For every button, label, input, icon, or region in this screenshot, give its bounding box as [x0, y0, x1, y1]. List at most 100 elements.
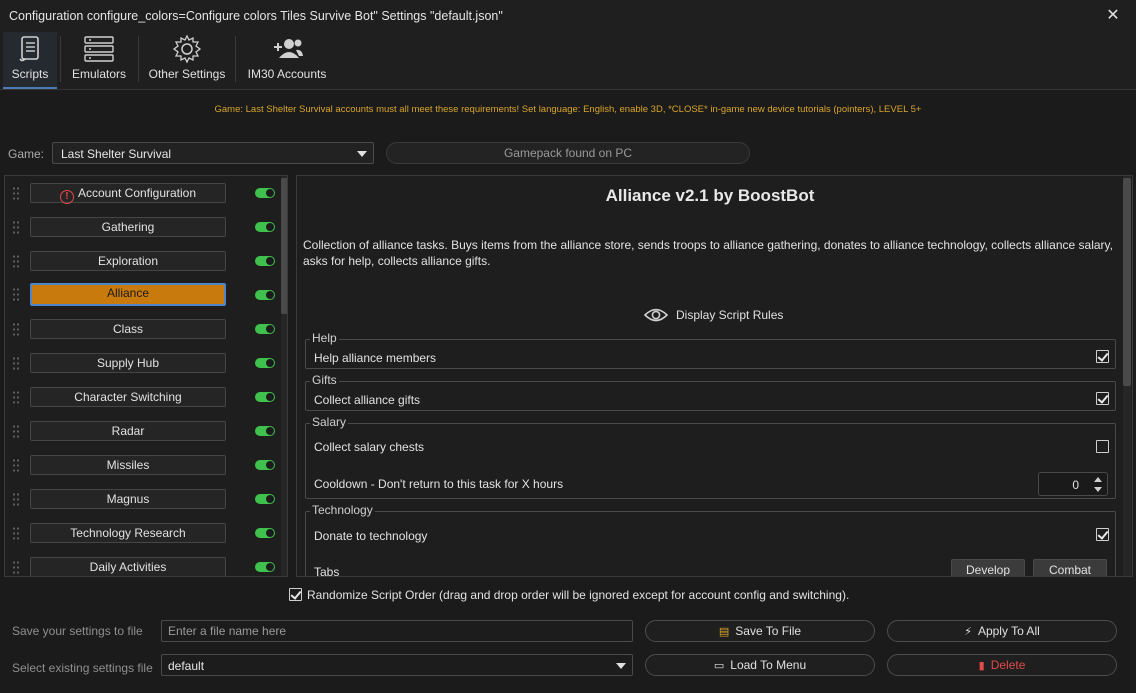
script-button-alliance[interactable]: Alliance — [30, 283, 226, 306]
game-select[interactable]: Last Shelter Survival — [52, 142, 374, 164]
collect-salary-chests-checkbox[interactable] — [1096, 440, 1109, 453]
list-item: ! Account Configuration — [5, 183, 277, 205]
script-button-character-switching[interactable]: Character Switching — [30, 387, 226, 407]
script-toggle[interactable] — [255, 460, 275, 470]
script-detail-panel: Alliance v2.1 by BoostBot Collection of … — [296, 175, 1133, 577]
delete-button[interactable]: ▮ Delete — [887, 654, 1117, 676]
scroll-icon — [19, 36, 39, 62]
scrollbar-thumb[interactable] — [281, 178, 287, 314]
tab-im30-accounts[interactable]: IM30 Accounts — [242, 32, 332, 89]
decrement-icon[interactable] — [1094, 487, 1102, 492]
tab-combat-button[interactable]: Combat — [1033, 559, 1107, 576]
script-title: Alliance v2.1 by BoostBot — [605, 186, 815, 205]
tab-emulators[interactable]: Emulators — [66, 32, 132, 89]
save-to-file-button[interactable]: ▤ Save To File — [645, 620, 875, 642]
randomize-label: Randomize Script Order (drag and drop or… — [307, 588, 850, 602]
drag-handle-icon[interactable] — [12, 287, 20, 303]
list-item: Magnus — [5, 489, 277, 511]
list-item: Exploration — [5, 251, 277, 273]
tab-other-settings[interactable]: Other Settings — [144, 32, 230, 89]
donate-to-technology-checkbox[interactable] — [1096, 528, 1109, 541]
list-item: Daily Activities — [5, 557, 277, 576]
script-toggle[interactable] — [255, 222, 275, 232]
drag-handle-icon[interactable] — [12, 254, 20, 270]
group-salary: Salary Collect salary chests Cooldown - … — [305, 415, 1116, 499]
list-item: Gathering — [5, 217, 277, 239]
script-toggle[interactable] — [255, 494, 275, 504]
drag-handle-icon[interactable] — [12, 220, 20, 236]
cooldown-value: 0 — [1072, 478, 1079, 492]
group-title: Help — [310, 331, 339, 345]
script-toggle[interactable] — [255, 256, 275, 266]
script-button-gathering[interactable]: Gathering — [30, 217, 226, 237]
script-toggle[interactable] — [255, 426, 275, 436]
script-toggle[interactable] — [255, 358, 275, 368]
cooldown-stepper[interactable]: 0 — [1038, 472, 1108, 496]
increment-icon[interactable] — [1094, 477, 1102, 482]
list-item: Character Switching — [5, 387, 277, 409]
script-button-daily-activities[interactable]: Daily Activities — [30, 557, 226, 576]
script-button-exploration[interactable]: Exploration — [30, 251, 226, 271]
users-icon — [274, 39, 303, 58]
tab-scripts-label: Scripts — [11, 67, 49, 81]
tab-scripts[interactable]: Scripts — [3, 32, 57, 89]
drag-handle-icon[interactable] — [12, 390, 20, 406]
script-list-scrollbar[interactable] — [281, 176, 287, 576]
close-icon[interactable]: ✕ — [1100, 4, 1126, 28]
list-item: Supply Hub — [5, 353, 277, 375]
script-button-class[interactable]: Class — [30, 319, 226, 339]
group-gifts: Gifts Collect alliance gifts — [305, 373, 1116, 411]
script-toggle[interactable] — [255, 188, 275, 198]
script-toggle[interactable] — [255, 392, 275, 402]
delete-label: Delete — [990, 658, 1026, 672]
scrollbar-thumb[interactable] — [1123, 178, 1131, 386]
settings-file-select[interactable]: default — [161, 654, 633, 676]
tab-develop-button[interactable]: Develop — [951, 559, 1025, 576]
script-button-missiles[interactable]: Missiles — [30, 455, 226, 475]
drag-handle-icon[interactable] — [12, 560, 20, 576]
toolbar-divider — [235, 36, 236, 82]
gamepack-status: Gamepack found on PC — [386, 142, 750, 164]
chevron-down-icon — [616, 663, 626, 669]
group-title: Salary — [310, 415, 349, 429]
collect-alliance-gifts-label: Collect alliance gifts — [314, 393, 421, 407]
drag-handle-icon[interactable] — [12, 526, 20, 542]
settings-file-value: default — [168, 659, 205, 673]
apply-to-all-label: Apply To All — [977, 624, 1040, 638]
collect-alliance-gifts-checkbox[interactable] — [1096, 392, 1109, 405]
randomize-checkbox[interactable] — [289, 588, 302, 601]
cooldown-label: Cooldown - Don't return to this task for… — [314, 477, 564, 491]
list-item: Missiles — [5, 455, 277, 477]
display-script-rules-label: Display Script Rules — [676, 308, 784, 322]
group-technology: Technology Donate to technology Tabs Dev… — [305, 503, 1116, 576]
load-to-menu-button[interactable]: ▭ Load To Menu — [645, 654, 875, 676]
gear-icon — [172, 34, 202, 64]
script-button-magnus[interactable]: Magnus — [30, 489, 226, 509]
drag-handle-icon[interactable] — [12, 322, 20, 338]
script-toggle[interactable] — [255, 562, 275, 572]
group-title: Technology — [310, 503, 375, 517]
group-title: Gifts — [310, 373, 339, 387]
script-toggle[interactable] — [255, 324, 275, 334]
drag-handle-icon[interactable] — [12, 424, 20, 440]
title-bar: Configuration configure_colors=Configure… — [0, 0, 1136, 32]
script-button-account-configuration[interactable]: ! Account Configuration — [30, 183, 226, 204]
drag-handle-icon[interactable] — [12, 356, 20, 372]
script-button-radar[interactable]: Radar — [30, 421, 226, 441]
script-label: Account Configuration — [77, 186, 197, 200]
drag-handle-icon[interactable] — [12, 458, 20, 474]
game-select-value: Last Shelter Survival — [61, 147, 172, 161]
lightning-icon: ⚡ — [964, 626, 972, 638]
drag-handle-icon[interactable] — [12, 492, 20, 508]
file-name-input[interactable] — [161, 620, 633, 642]
script-button-supply-hub[interactable]: Supply Hub — [30, 353, 226, 373]
detail-scrollbar[interactable] — [1123, 176, 1131, 576]
script-toggle[interactable] — [255, 290, 275, 300]
script-button-technology-research[interactable]: Technology Research — [30, 523, 226, 543]
help-alliance-members-checkbox[interactable] — [1096, 350, 1109, 363]
drag-handle-icon[interactable] — [12, 186, 20, 202]
save-icon: ▤ — [718, 626, 730, 638]
script-toggle[interactable] — [255, 528, 275, 538]
apply-to-all-button[interactable]: ⚡ Apply To All — [887, 620, 1117, 642]
folder-open-icon: ▭ — [713, 660, 725, 672]
